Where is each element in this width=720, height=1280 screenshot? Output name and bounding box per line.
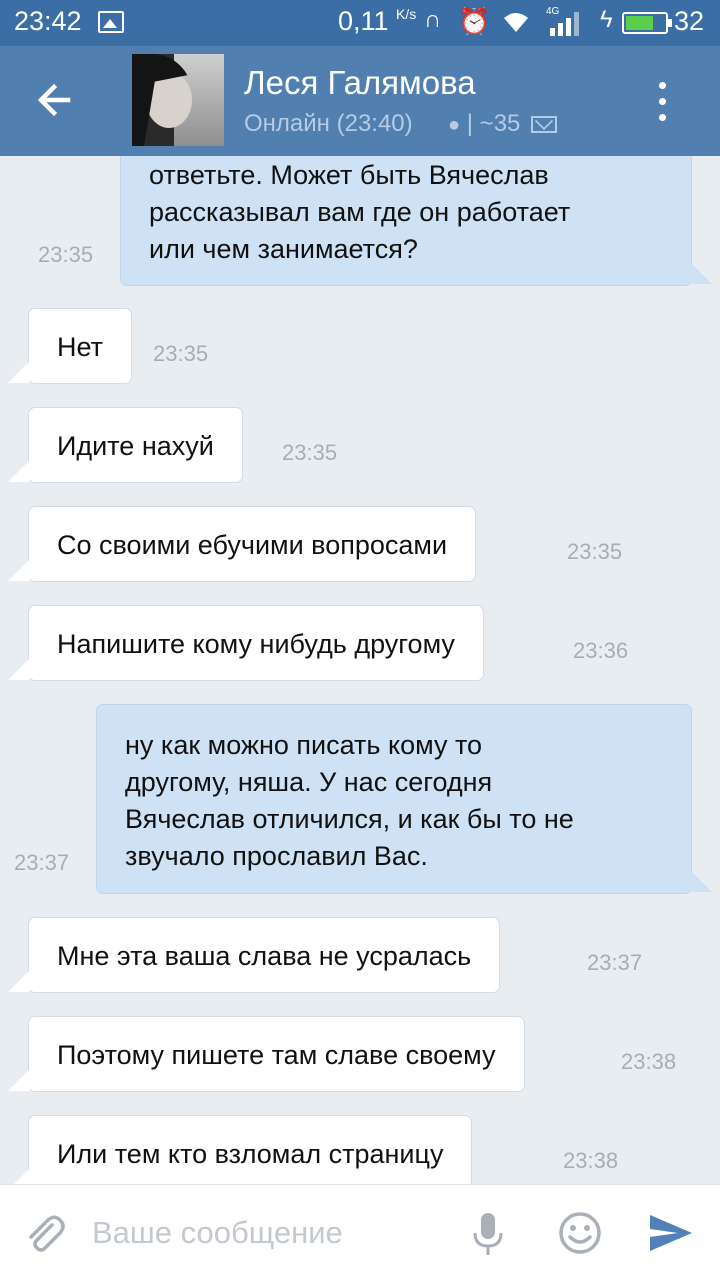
envelope-icon	[531, 116, 558, 133]
bubble-tail	[690, 262, 712, 284]
message-line: звучало прославил Вас.	[125, 841, 428, 871]
bubble-tail	[8, 658, 30, 680]
charging-icon: ϟ	[600, 6, 613, 33]
alarm-icon: ⏰	[458, 6, 491, 36]
apple-icon: ●	[448, 114, 461, 136]
bubble-tail	[8, 1168, 30, 1184]
headset-icon: ∩	[424, 6, 442, 33]
image-icon	[98, 11, 124, 33]
message-line: другому, няша. У нас сегодня	[125, 767, 493, 797]
message-line: ответьте. Может быть Вячеслав	[149, 160, 549, 190]
message-line: или чем занимается?	[149, 234, 418, 264]
message-line: Вячеслав отличился, и как бы то не	[125, 804, 574, 834]
message-time: 23:38	[563, 1148, 619, 1173]
message-input[interactable]	[92, 1209, 452, 1257]
send-icon[interactable]	[648, 1213, 694, 1253]
status-details: ● | ~35	[448, 110, 558, 138]
message-incoming[interactable]: Или тем кто взломал страницу	[28, 1115, 473, 1184]
message-incoming[interactable]: Нет	[28, 308, 132, 384]
message-time: 23:35	[38, 242, 94, 267]
message-line: ну как можно писать кому то	[125, 730, 483, 760]
message-time: 23:36	[573, 638, 629, 663]
message-incoming[interactable]: Напишите кому нибудь другому	[28, 605, 484, 681]
wifi-icon	[504, 13, 528, 32]
network-speed-unit: K/s	[396, 6, 417, 22]
bubble-tail	[8, 1069, 30, 1091]
arrow-left-icon[interactable]	[24, 70, 84, 130]
paperclip-icon[interactable]	[22, 1211, 66, 1255]
online-status: Онлайн (23:40)	[244, 110, 413, 137]
network-speed: 0,11	[338, 6, 389, 36]
message-incoming[interactable]: Мне эта ваша слава не усралась	[28, 917, 501, 993]
status-count: ~35	[479, 110, 521, 137]
message-incoming[interactable]: Идите нахуй	[28, 407, 243, 483]
message-time: 23:35	[153, 341, 209, 366]
status-bar: 23:42 0,11 K/s ∩ ⏰ 4G ϟ 32	[0, 0, 720, 46]
battery-icon	[622, 12, 672, 34]
message-time: 23:35	[567, 539, 623, 564]
message-list[interactable]: ответьте. Может быть Вячеслав рассказыва…	[0, 156, 720, 1184]
message-time: 23:35	[282, 440, 338, 465]
bubble-tail	[8, 361, 30, 383]
message-incoming[interactable]: Со своими ебучими вопросами	[28, 506, 477, 582]
message-time: 23:38	[621, 1049, 677, 1074]
message-outgoing[interactable]: ответьте. Может быть Вячеслав рассказыва…	[120, 156, 692, 286]
contact-name[interactable]: Леся Галямова	[244, 64, 476, 102]
message-outgoing[interactable]: ну как можно писать кому то другому, няш…	[96, 704, 692, 894]
separator: |	[466, 110, 473, 137]
bubble-tail	[690, 870, 712, 892]
bubble-tail	[8, 460, 30, 482]
signal-icon	[550, 12, 579, 36]
microphone-icon[interactable]	[470, 1211, 506, 1257]
avatar[interactable]	[132, 54, 224, 146]
more-vertical-icon[interactable]	[648, 80, 678, 124]
message-line: рассказывал вам где он работает	[149, 197, 571, 227]
message-composer	[0, 1184, 720, 1280]
smiley-icon[interactable]	[558, 1211, 602, 1255]
bubble-tail	[8, 970, 30, 992]
bubble-tail	[8, 559, 30, 581]
status-time: 23:42	[14, 6, 82, 36]
message-time: 23:37	[14, 850, 70, 875]
battery-level: 32	[674, 6, 705, 36]
message-time: 23:37	[587, 950, 643, 975]
chat-header: Леся Галямова Онлайн (23:40) ● | ~35	[0, 46, 720, 156]
message-incoming[interactable]: Поэтому пишете там славе своему	[28, 1016, 525, 1092]
